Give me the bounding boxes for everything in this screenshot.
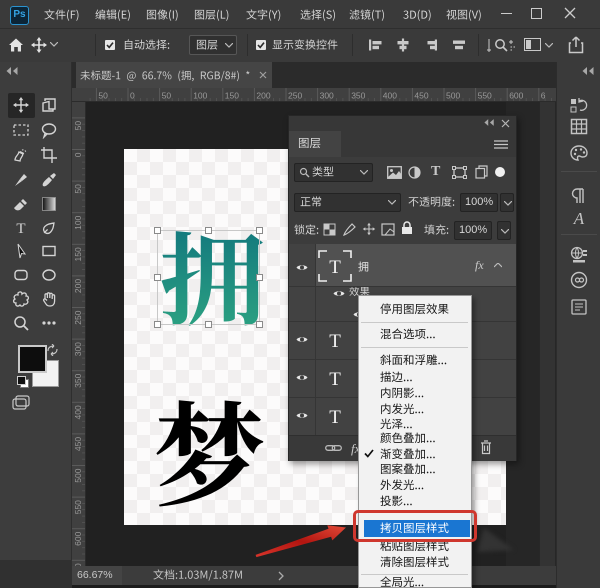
svg-text:350: 350 — [73, 373, 83, 387]
svg-text:T: T — [329, 369, 341, 390]
svg-text:50: 50 — [162, 91, 172, 101]
svg-text:300: 300 — [73, 342, 83, 356]
svg-text:200: 200 — [73, 279, 83, 293]
svg-text:500: 500 — [446, 91, 460, 101]
svg-text:0: 0 — [73, 152, 83, 157]
svg-text:400: 400 — [383, 91, 397, 101]
svg-text:350: 350 — [351, 91, 365, 101]
svg-text:500: 500 — [73, 468, 83, 482]
svg-text:T: T — [329, 257, 341, 278]
svg-text:50: 50 — [73, 184, 83, 194]
svg-text:400: 400 — [73, 405, 83, 419]
svg-text:A: A — [573, 209, 585, 227]
svg-text:150: 150 — [73, 247, 83, 261]
svg-text:550: 550 — [478, 91, 492, 101]
svg-text:50: 50 — [73, 121, 83, 131]
svg-text:300: 300 — [320, 91, 334, 101]
svg-text:250: 250 — [288, 91, 302, 101]
svg-text:T: T — [329, 407, 341, 428]
svg-text:600: 600 — [73, 531, 83, 545]
svg-text:T: T — [329, 331, 341, 352]
svg-text:550: 550 — [73, 500, 83, 514]
svg-text:250: 250 — [73, 310, 83, 324]
svg-text:200: 200 — [256, 91, 270, 101]
svg-text:450: 450 — [73, 437, 83, 451]
svg-text:100: 100 — [73, 215, 83, 229]
svg-text:T: T — [16, 221, 25, 237]
svg-text:100: 100 — [193, 91, 207, 101]
svg-text:600: 600 — [509, 91, 523, 101]
svg-text:150: 150 — [225, 91, 239, 101]
svg-text:50: 50 — [98, 91, 108, 101]
svg-text:450: 450 — [414, 91, 428, 101]
